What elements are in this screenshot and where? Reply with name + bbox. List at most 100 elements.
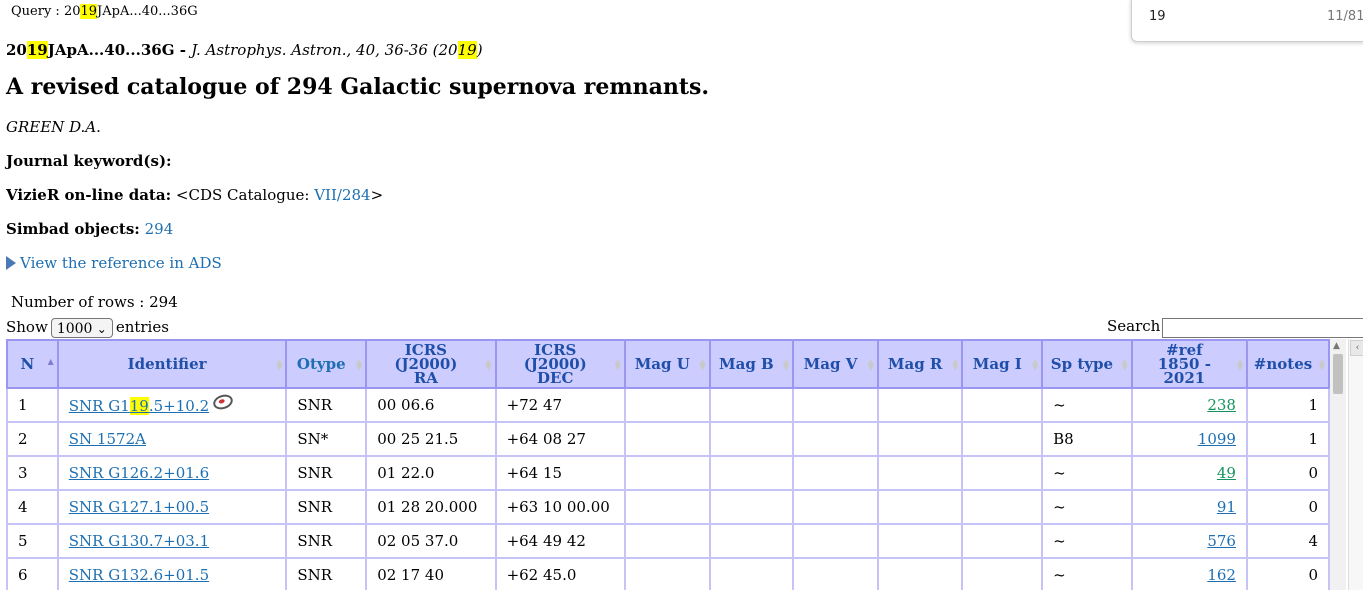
cell-mag-b: [708, 387, 795, 423]
cell-ra: 02 17 40: [365, 557, 497, 590]
cell-mag-b: [708, 421, 795, 457]
cell-identifier: SNR G127.1+00.5: [56, 489, 288, 525]
cell-mag-v: [792, 421, 879, 457]
table-scrollbar[interactable]: ▲: [1330, 339, 1346, 590]
sort-icon: ▲ ▼: [867, 356, 874, 372]
col-header-ref[interactable]: #ref 1850 - 2021 ▲ ▼: [1130, 339, 1248, 389]
cell-identifier: SNR G119.5+10.2: [56, 387, 288, 423]
cell-ra: 01 28 20.000: [365, 489, 497, 525]
find-match-count: 11/81: [1327, 9, 1363, 24]
cell-dec: +72 47: [494, 387, 626, 423]
cell-ref: 49: [1130, 455, 1248, 491]
col-header-otype[interactable]: Otype ▲ ▼: [285, 339, 368, 389]
cell-sptype: ~: [1041, 387, 1133, 423]
cell-dec: +64 08 27: [494, 421, 626, 457]
cell-mag-u: [623, 455, 711, 491]
cell-mag-b: [708, 523, 795, 559]
col-header-mag-u[interactable]: Mag U ▲ ▼: [623, 339, 711, 389]
cell-notes: 0: [1245, 557, 1330, 590]
cell-otype: SNR: [285, 489, 368, 525]
cell-mag-r: [876, 557, 964, 590]
cell-mag-v: [792, 455, 879, 491]
cell-otype: SN*: [285, 421, 368, 457]
identifier-link[interactable]: SNR G119.5+10.2: [69, 397, 209, 415]
ref-link[interactable]: 1099: [1198, 430, 1236, 448]
col-header-n[interactable]: N ▲: [6, 339, 59, 389]
cell-ra: 00 06.6: [365, 387, 497, 423]
sort-icon: ▲ ▼: [485, 356, 492, 372]
ref-link[interactable]: 91: [1217, 498, 1236, 516]
identifier-link[interactable]: SNR G127.1+00.5: [69, 498, 209, 516]
cell-mag-v: [792, 523, 879, 559]
cell-ra: 01 22.0: [365, 455, 497, 491]
identifier-link[interactable]: SNR G130.7+03.1: [69, 532, 209, 550]
page-title: A revised catalogue of 294 Galactic supe…: [6, 74, 710, 100]
cell-ref: 162: [1130, 557, 1248, 590]
cell-notes: 4: [1245, 523, 1330, 559]
vizier-catalogue-link[interactable]: VII/284: [314, 186, 370, 204]
sort-icon: ▲ ▼: [276, 356, 283, 372]
col-header-mag-r[interactable]: Mag R ▲ ▼: [876, 339, 964, 389]
cell-otype: SNR: [285, 387, 368, 423]
sort-icon: ▲ ▼: [1031, 356, 1039, 372]
cell-mag-i: [961, 523, 1044, 559]
scroll-up-arrow-icon[interactable]: ▲: [1333, 341, 1340, 351]
ref-link[interactable]: 49: [1217, 464, 1236, 482]
col-header-sptype[interactable]: Sp type ▲ ▼: [1041, 339, 1133, 389]
collapse-chevron-icon[interactable]: ‹: [1350, 340, 1363, 356]
cell-mag-i: [961, 421, 1044, 457]
entries-select[interactable]: 1000 ⌄: [50, 318, 113, 338]
simbad-objects-link[interactable]: 294: [145, 220, 174, 238]
table-header-row: N ▲ Identifier ▲ ▼ Otype ▲ ▼ ICRS (J2000) RA ▲ ▼…: [6, 339, 1330, 389]
sort-icon: ▲ ▼: [356, 356, 363, 372]
search-highlight: 19: [80, 4, 98, 19]
cell-notes: 1: [1245, 387, 1330, 423]
rows-count: Number of rows : 294: [11, 293, 178, 311]
ref-link[interactable]: 576: [1207, 532, 1236, 550]
cell-n: 1: [6, 387, 59, 423]
identifier-link[interactable]: SN 1572A: [69, 430, 146, 448]
col-header-ra[interactable]: ICRS (J2000) RA ▲ ▼: [365, 339, 497, 389]
cell-identifier: SNR G126.2+01.6: [56, 455, 288, 491]
cell-dec: +64 49 42: [494, 523, 626, 559]
col-header-dec[interactable]: ICRS (J2000) DEC ▲ ▼: [494, 339, 626, 389]
search-input[interactable]: [1162, 318, 1363, 338]
cell-mag-r: [876, 455, 964, 491]
simbad-objects-line: Simbad objects: 294: [6, 220, 174, 238]
cell-mag-b: [708, 557, 795, 590]
cell-otype: SNR: [285, 557, 368, 590]
col-header-mag-i[interactable]: Mag I ▲ ▼: [961, 339, 1044, 389]
cell-notes: 0: [1245, 489, 1330, 525]
scrollbar-thumb[interactable]: [1333, 354, 1343, 394]
identifier-link[interactable]: SNR G126.2+01.6: [69, 464, 209, 482]
table-row: 6 SNR G132.6+01.5 SNR 02 17 40 +62 45.0 …: [6, 557, 1330, 590]
find-bar[interactable]: 19 11/81: [1131, 0, 1363, 42]
cell-identifier: SN 1572A: [56, 421, 288, 457]
table-row: 1 SNR G119.5+10.2 SNR 00 06.6 +72 47 ~ 2…: [6, 387, 1330, 423]
col-header-notes[interactable]: #notes ▲ ▼: [1245, 339, 1330, 389]
results-table-container: N ▲ Identifier ▲ ▼ Otype ▲ ▼ ICRS (J2000) RA ▲ ▼…: [6, 339, 1330, 590]
col-header-mag-b[interactable]: Mag B ▲ ▼: [708, 339, 795, 389]
cell-sptype: ~: [1041, 455, 1133, 491]
find-input[interactable]: 19: [1149, 9, 1166, 24]
col-header-identifier[interactable]: Identifier ▲ ▼: [56, 339, 288, 389]
ads-toggle[interactable]: View the reference in ADS: [6, 254, 222, 272]
cell-mag-r: [876, 523, 964, 559]
col-header-mag-v[interactable]: Mag V ▲ ▼: [792, 339, 879, 389]
galaxy-icon[interactable]: [211, 392, 235, 412]
bibcode: 2019JApA...40...36G: [6, 41, 175, 59]
sort-icon: ▲ ▼: [783, 356, 790, 372]
bibcode-line: 2019JApA...40...36G - J. Astrophys. Astr…: [6, 41, 483, 59]
expand-triangle-icon: [6, 256, 16, 270]
cell-dec: +64 15: [494, 455, 626, 491]
vizier-line: VizieR on-line data: <CDS Catalogue: VII…: [6, 186, 384, 204]
cell-ra: 02 05 37.0: [365, 523, 497, 559]
ads-link[interactable]: View the reference in ADS: [20, 254, 222, 272]
cell-otype: SNR: [285, 523, 368, 559]
sort-icon: ▲ ▼: [614, 356, 621, 372]
ref-link[interactable]: 238: [1207, 396, 1236, 414]
ref-link[interactable]: 162: [1207, 566, 1236, 584]
table-row: 4 SNR G127.1+00.5 SNR 01 28 20.000 +63 1…: [6, 489, 1330, 525]
cell-dec: +63 10 00.00: [494, 489, 626, 525]
identifier-link[interactable]: SNR G132.6+01.5: [69, 566, 209, 584]
